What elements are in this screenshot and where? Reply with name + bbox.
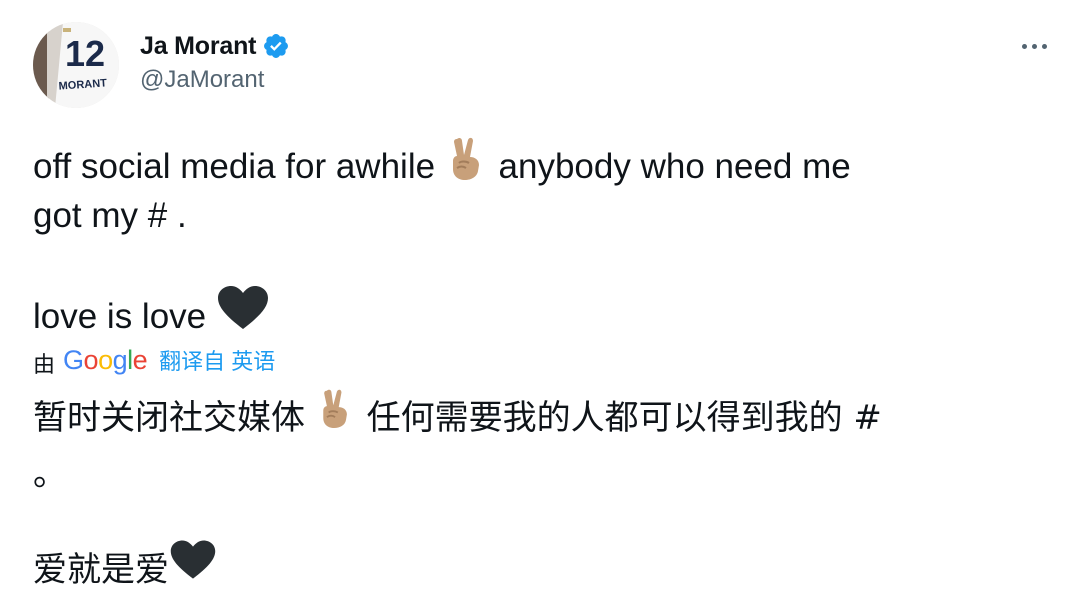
tweet-spacer	[33, 242, 1043, 288]
avatar[interactable]: 12 MORANT	[33, 22, 119, 108]
tweet-text: off social media for awhile anybody who …	[33, 137, 1043, 340]
tweet-text-segment: love is love	[33, 296, 207, 336]
author-name-row[interactable]: Ja Morant	[140, 29, 290, 63]
google-logo: Google	[63, 344, 148, 375]
black-heart-emoji-icon	[169, 539, 217, 598]
tweet-card: 12 MORANT Ja Morant @JaMorant off social…	[0, 0, 1080, 607]
translation-bar: 由 Google 翻译自 英语	[33, 343, 275, 378]
author-display-name[interactable]: Ja Morant	[140, 32, 256, 61]
more-horizontal-icon	[1021, 43, 1027, 49]
tweet-text-segment: off social media for awhile	[33, 146, 436, 186]
victory-hand-emoji-icon	[316, 387, 356, 446]
translate-by-label: 由	[33, 352, 56, 377]
more-dot	[1031, 43, 1037, 49]
tweet-line-3: love is love	[33, 286, 1043, 340]
translated-text: 暂时关闭社交媒体 任何需要我的人都可以得到我的 # 。 爱就是爱	[33, 387, 1053, 598]
verified-badge-icon	[262, 32, 290, 60]
tweet-line-2: got my # .	[33, 196, 187, 235]
black-heart-emoji-icon	[216, 285, 270, 346]
tweet-text-segment: anybody who need me	[498, 146, 851, 186]
avatar-image: 12 MORANT	[33, 22, 119, 108]
translated-line-3: 爱就是爱	[33, 539, 1053, 598]
translated-text-segment: 暂时关闭社交媒体	[33, 398, 305, 438]
translated-text-segment: 爱就是爱	[33, 550, 169, 590]
translated-line-2: 。	[33, 454, 67, 494]
tweet-line-1: off social media for awhile anybody who …	[33, 137, 1043, 190]
translated-spacer	[33, 502, 1053, 542]
victory-hand-emoji-icon	[445, 135, 489, 196]
translated-text-segment: 任何需要我的人都可以得到我的 #	[366, 398, 882, 438]
translate-source-link[interactable]: 翻译自 英语	[159, 344, 275, 376]
translated-line-1: 暂时关闭社交媒体 任何需要我的人都可以得到我的 #	[33, 387, 1053, 446]
more-dot	[1041, 43, 1047, 49]
more-options-button[interactable]	[1012, 30, 1056, 62]
author-handle[interactable]: @JaMorant	[140, 66, 264, 94]
jersey-number: 12	[65, 33, 105, 74]
